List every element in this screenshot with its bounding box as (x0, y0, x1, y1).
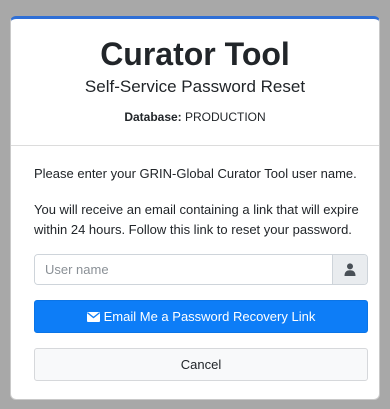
user-icon (332, 255, 367, 284)
email-button-label: Email Me a Password Recovery Link (103, 309, 316, 324)
username-input[interactable] (35, 255, 332, 284)
cancel-button[interactable]: Cancel (34, 348, 368, 381)
card-header: Curator Tool Self-Service Password Reset… (11, 19, 379, 146)
cancel-button-label: Cancel (180, 357, 222, 372)
page-title: Curator Tool (100, 36, 290, 72)
page-subtitle: Self-Service Password Reset (84, 77, 306, 96)
database-info: Database: PRODUCTION (11, 109, 379, 125)
email-info-text: You will receive an email containing a l… (34, 202, 359, 237)
database-label: Database: (124, 110, 182, 124)
instruction-text: Please enter your GRIN-Global Curator To… (34, 166, 357, 181)
password-reset-card: Curator Tool Self-Service Password Reset… (10, 16, 380, 400)
database-value: PRODUCTION (185, 110, 266, 124)
card-body: Please enter your GRIN-Global Curator To… (11, 164, 379, 381)
envelope-icon (86, 311, 100, 322)
username-input-group (34, 254, 368, 285)
email-recovery-link-button[interactable]: Email Me a Password Recovery Link (34, 300, 368, 333)
